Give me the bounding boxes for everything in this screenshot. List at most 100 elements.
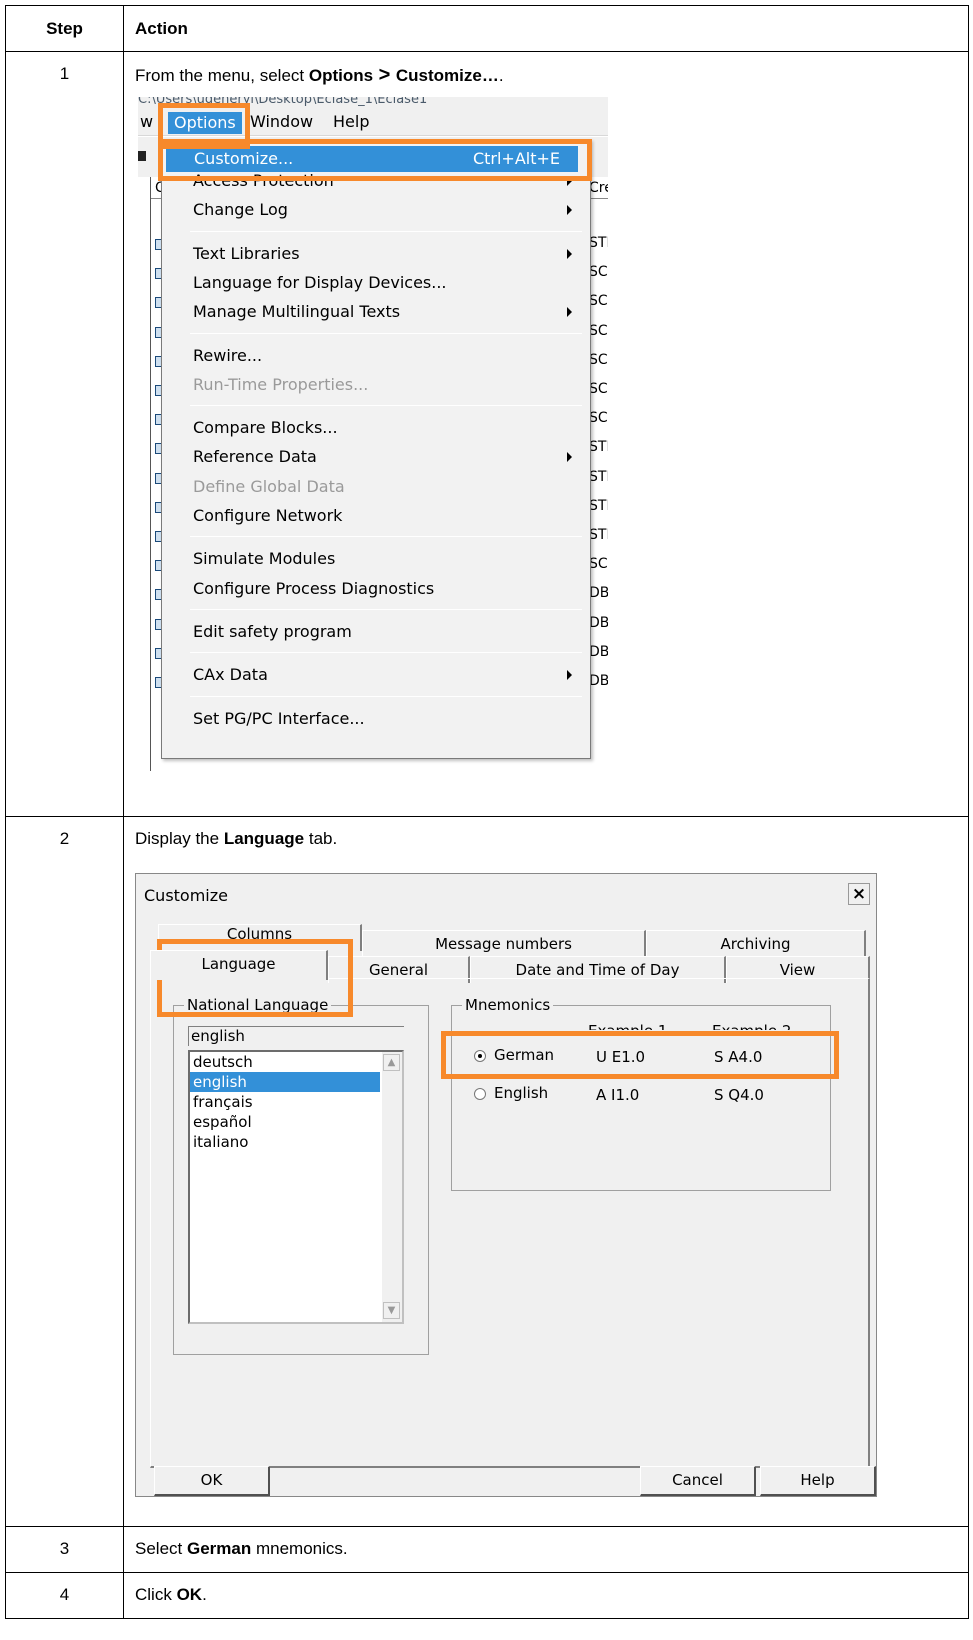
menu-item[interactable]: Define Global Data [172, 474, 572, 500]
close-icon[interactable]: × [848, 883, 870, 905]
highlight-box [441, 1031, 839, 1079]
menu-item[interactable]: Text Libraries [172, 241, 572, 267]
tab-language[interactable]: Language [150, 950, 328, 980]
block-language: STL [589, 497, 608, 514]
language-option[interactable]: italiano [190, 1132, 380, 1152]
menu-item-label: Change Log [193, 200, 288, 220]
submenu-arrow-icon [567, 205, 572, 216]
highlight-box [158, 139, 592, 181]
instruction-bold: Language [223, 829, 305, 848]
toolbar-icon [138, 151, 146, 161]
menu-help[interactable]: Help [333, 112, 369, 131]
menu-item-label: Define Global Data [193, 476, 345, 496]
menu-item[interactable]: Edit safety program [172, 619, 572, 645]
menu-item[interactable]: Rewire... [172, 343, 572, 369]
table-row: 3 Select German mnemonics. [5, 1526, 969, 1573]
menu-item-label: Manage Multilingual Texts [193, 302, 401, 322]
ok-button[interactable]: OK [154, 1466, 270, 1496]
language-option[interactable]: english [190, 1072, 380, 1092]
language-option[interactable]: español [190, 1112, 380, 1132]
block-language: SCL [589, 264, 608, 281]
menu-item[interactable]: Simulate Modules [172, 546, 572, 572]
instruction-text: From the menu, select [135, 66, 309, 85]
language-option[interactable]: deutsch [190, 1052, 380, 1072]
dialog-title: Customize [144, 886, 228, 905]
table-header-row: Step Action [5, 5, 969, 52]
step-action: Click OK. [123, 1572, 969, 1619]
radio-english[interactable] [474, 1088, 486, 1100]
table-row: 2 Display the Language tab. Customize × … [5, 816, 969, 1527]
instruction-text: mnemonics. [251, 1539, 348, 1558]
cancel-button[interactable]: Cancel [640, 1466, 756, 1496]
block-language: STL [589, 527, 608, 543]
submenu-arrow-icon [567, 670, 572, 681]
step-number: 2 [5, 816, 124, 1527]
step-instruction: Display the Language tab. [135, 829, 957, 849]
language-option[interactable]: français [190, 1092, 380, 1112]
menu-item[interactable]: Manage Multilingual Texts [172, 299, 572, 325]
current-language-field: english [188, 1026, 404, 1046]
menu-separator [190, 536, 582, 538]
step-number: 1 [5, 51, 124, 817]
example-value: S Q4.0 [714, 1086, 764, 1104]
help-button[interactable]: Help [760, 1466, 876, 1496]
tab-archiving[interactable]: Archiving [646, 930, 866, 957]
scroll-down-icon[interactable]: ▼ [383, 1302, 400, 1319]
block-language: SCL [589, 351, 608, 368]
list-header-label: Cre [589, 180, 608, 196]
block-language: STL [589, 468, 608, 485]
instruction-text: Click [135, 1585, 177, 1604]
option-label: English [494, 1084, 549, 1102]
block-language: DB [589, 673, 608, 689]
step-column-header: Step [5, 5, 124, 52]
tab-message-numbers[interactable]: Message numbers [362, 930, 646, 957]
menu-item-label: Run-Time Properties... [193, 374, 369, 394]
menu-item-label: Rewire... [193, 345, 263, 365]
menu-separator [190, 652, 582, 654]
listbox-scrollbar[interactable]: ▲ ▼ [382, 1052, 402, 1322]
menu-item-label: Configure Process Diagnostics [193, 578, 435, 598]
group-label: Mnemonics [462, 996, 554, 1014]
action-column-header: Action [123, 5, 969, 52]
instruction-bold: OK [176, 1585, 203, 1604]
menu-window[interactable]: Window [250, 112, 313, 131]
block-language: DB [589, 614, 608, 631]
menu-item[interactable]: Configure Network [172, 503, 572, 529]
submenu-arrow-icon [567, 452, 572, 463]
column-header: Example 1 [588, 1020, 667, 1030]
instruction-bold: German [186, 1539, 252, 1558]
block-language: SCL [589, 293, 608, 310]
menu-separator [190, 695, 582, 697]
language-listbox[interactable]: deutsch english français español italiano ▲ … [188, 1050, 404, 1324]
block-language: SCL [589, 381, 608, 397]
instruction-bold: Customize… [395, 66, 499, 85]
step-number: 4 [5, 1572, 124, 1619]
menu-item[interactable]: Compare Blocks... [172, 415, 572, 441]
menu-cut: w [140, 112, 154, 131]
menu-item[interactable]: Reference Data [172, 444, 572, 470]
menu-item[interactable]: Run-Time Properties... [172, 372, 572, 398]
example-value: A I1.0 [596, 1086, 640, 1104]
options-dropdown-menu: Customize... Ctrl+Alt+E Access Protection C… [161, 139, 591, 759]
block-language: STL [589, 439, 608, 456]
menu-item[interactable]: Set PG/PC Interface... [172, 706, 572, 732]
instruction-text: Display the [135, 829, 224, 848]
menu-item[interactable]: CAx Data [172, 662, 572, 688]
column-header: Example 2 [712, 1020, 791, 1030]
customize-dialog: Customize × Columns Message numbers Arch… [135, 873, 877, 1497]
menu-separator: > [373, 64, 396, 86]
menu-item-label: Set PG/PC Interface... [193, 708, 365, 728]
menu-item[interactable]: Configure Process Diagnostics [172, 576, 572, 602]
table-row: 4 Click OK. [5, 1572, 969, 1619]
instruction-text: . [202, 1585, 207, 1604]
instruction-text: . [498, 66, 504, 85]
scroll-up-icon[interactable]: ▲ [383, 1054, 400, 1071]
customize-dialog-screenshot: Customize × Columns Message numbers Arch… [135, 863, 877, 1497]
menu-item[interactable]: Language for Display Devices... [172, 270, 572, 296]
instruction-text: tab. [304, 829, 338, 848]
options-menu-screenshot: C:\Users\udeneryi\Desktop\Eclase_1\Eclas… [138, 97, 608, 771]
menu-item[interactable]: Change Log [172, 197, 572, 223]
menu-item-label: Reference Data [193, 447, 317, 467]
step-action: Select German mnemonics. [123, 1526, 969, 1573]
table-row: 1 From the menu, select Options > Custom… [5, 51, 969, 817]
